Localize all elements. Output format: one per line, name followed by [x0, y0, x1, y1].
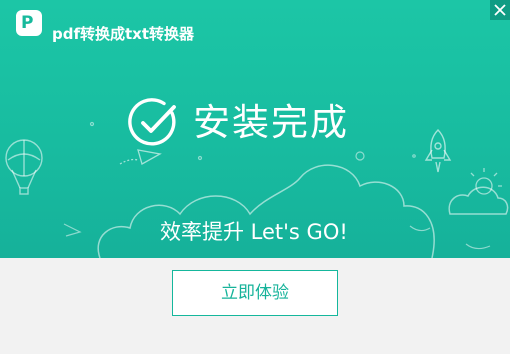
app-logo-icon: P: [16, 10, 42, 36]
check-circle-icon: [128, 98, 176, 146]
close-button[interactable]: [490, 0, 510, 20]
title-bar: P pdf转换成txt转换器: [0, 0, 510, 43]
close-icon: [494, 4, 506, 16]
install-complete-text: 安装完成: [193, 101, 349, 144]
slogan-text: 效率提升 Let's GO!: [160, 220, 348, 244]
balloon-icon: [5, 139, 43, 195]
rocket-icon: [424, 129, 452, 173]
sun-icon: [470, 168, 502, 195]
app-title: pdf转换成txt转换器: [52, 25, 195, 43]
paper-plane-icon: [119, 149, 162, 165]
try-now-button[interactable]: 立即体验: [172, 270, 338, 316]
